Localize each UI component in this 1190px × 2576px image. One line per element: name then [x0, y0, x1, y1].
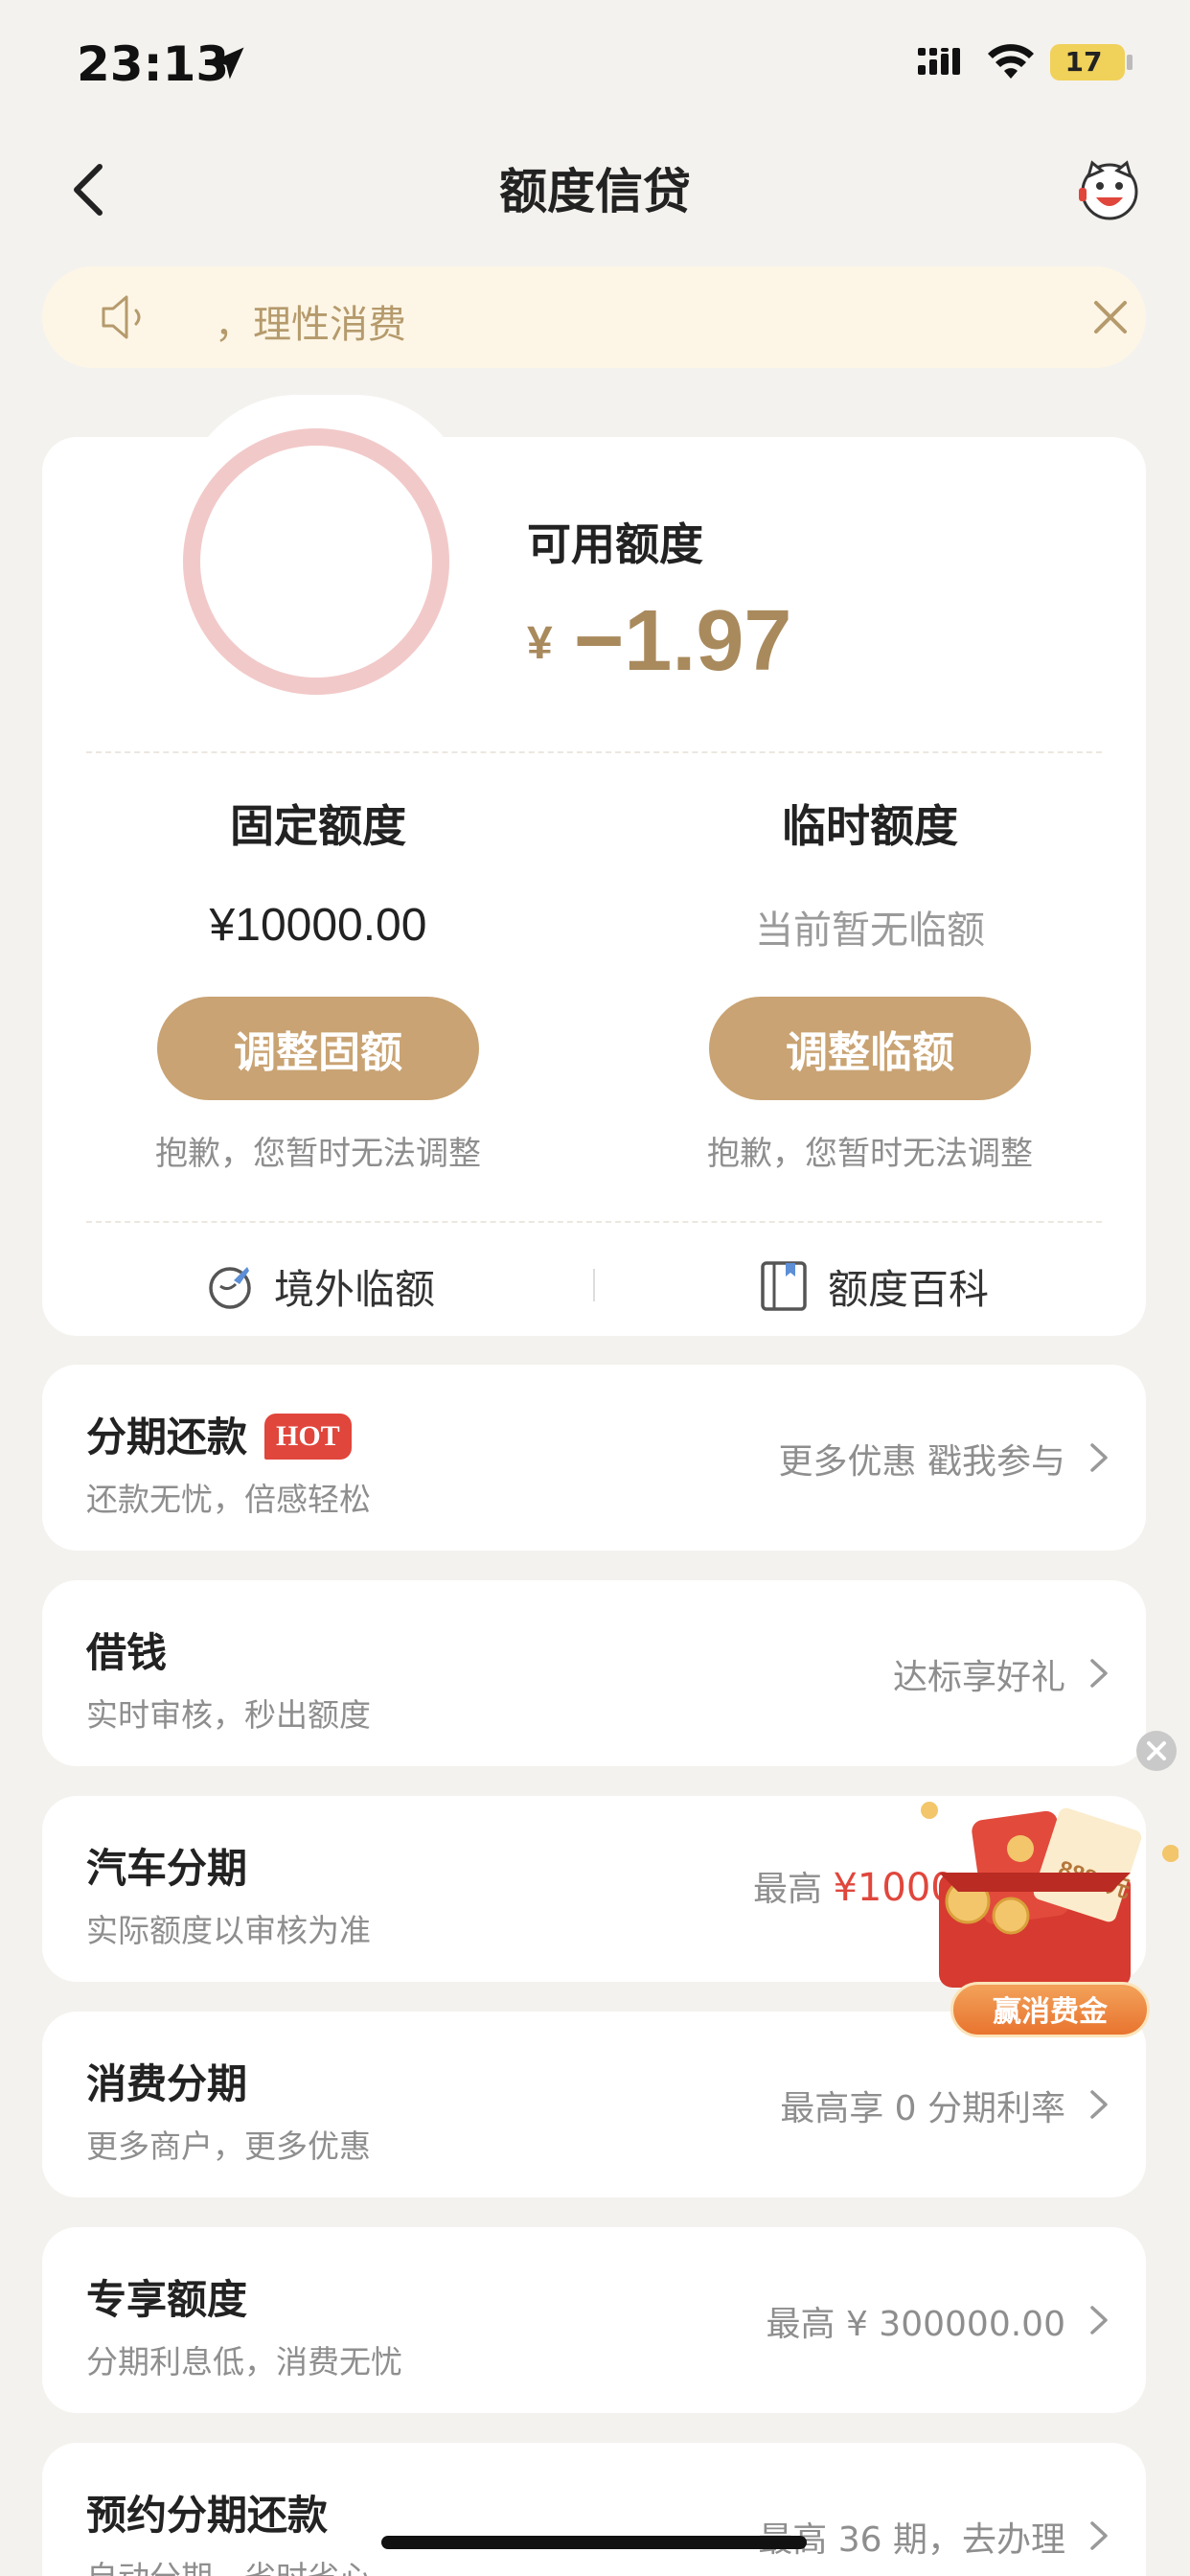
promo-close-icon[interactable] [1134, 1729, 1179, 1773]
adjust-fixed-button[interactable]: 调整固额 [157, 997, 479, 1100]
row-title: 汽车分期 [86, 1845, 248, 1892]
credit-ring-chart [183, 428, 449, 695]
cellular-signal-icon [918, 48, 960, 75]
available-amount: −1.97 [573, 593, 792, 689]
row-title: 分期还款 HOT [86, 1405, 352, 1463]
overseas-temp-credit-link[interactable]: 境外临额 [203, 1248, 435, 1324]
credit-card: 可用额度 ¥ −1.97 固定额度 ¥10000.00 调整固额 抱歉，您暂时无法… [42, 428, 1146, 1336]
dashed-divider [86, 751, 1102, 753]
chevron-right-icon [1090, 2090, 1108, 2119]
fixed-credit-section: 固定额度 ¥10000.00 调整固额 抱歉，您暂时无法调整 [117, 792, 519, 1174]
nav-bar: 额度信贷 [0, 134, 1190, 240]
book-icon [761, 1261, 807, 1311]
row-subtitle: 实时审核，秒出额度 [86, 1696, 371, 1734]
row-subtitle: 自动分期，省时省心 [86, 2552, 371, 2576]
home-indicator[interactable] [381, 2536, 807, 2549]
floating-promo[interactable]: 8888元 赢消费金 [910, 1729, 1190, 2045]
page-title: 额度信贷 [499, 164, 691, 219]
quick-links: 境外临额 额度百科 [42, 1248, 1146, 1324]
temporary-credit-note: 抱歉，您暂时无法调整 [707, 1135, 1033, 1173]
notice-banner: ，理性消费 [42, 266, 1146, 368]
row-right-text: 最高 ¥ 300000.00 [766, 2305, 1065, 2344]
dashed-divider [86, 1221, 1102, 1223]
battery-indicator: 17 [1050, 44, 1125, 80]
credit-encyclopedia-label: 额度百科 [828, 1265, 990, 1313]
battery-level: 17 [1064, 46, 1103, 78]
list-item-scheduled-installment[interactable]: 预约分期还款 自动分期，省时省心 最高 36 期，去办理 [42, 2443, 1146, 2576]
row-title: 消费分期 [86, 2060, 248, 2107]
status-bar: 23:13 17 [0, 0, 1190, 125]
fixed-credit-note: 抱歉，您暂时无法调整 [155, 1135, 481, 1173]
row-right-text: 更多优惠 戳我参与 [778, 1442, 1065, 1482]
mascot-service-icon[interactable] [1075, 155, 1144, 224]
chevron-right-icon [1090, 2306, 1108, 2334]
promo-button[interactable]: 赢消费金 [950, 1982, 1150, 2037]
available-credit-label: 可用额度 [527, 518, 703, 570]
row-subtitle: 实际额度以审核为准 [86, 1912, 371, 1949]
overseas-temp-credit-label: 境外临额 [274, 1265, 436, 1313]
temporary-credit-section: 临时额度 当前暂无临额 调整临额 抱歉，您暂时无法调整 [669, 792, 1071, 1174]
row-right-text: 达标享好礼 [892, 1658, 1065, 1697]
list-item-exclusive-credit[interactable]: 专享额度 分期利息低，消费无忧 最高 ¥ 300000.00 [42, 2227, 1146, 2413]
hot-badge: HOT [264, 1414, 352, 1460]
temporary-credit-value: 当前暂无临额 [755, 908, 985, 953]
row-right-text: 最高享 0 分期利率 [780, 2089, 1065, 2128]
globe-plane-icon [209, 1267, 251, 1309]
list-item-installment-repayment[interactable]: 分期还款 HOT 还款无忧，倍感轻松 更多优惠 戳我参与 [42, 1365, 1146, 1551]
fixed-credit-value: ¥10000.00 [209, 900, 427, 951]
row-title: 专享额度 [86, 2276, 248, 2323]
row-subtitle: 还款无忧，倍感轻松 [86, 1481, 371, 1518]
temporary-credit-title: 临时额度 [782, 800, 958, 852]
available-credit-value: ¥ −1.97 [527, 592, 791, 691]
screen: 23:13 17 额度信贷 ，理性消费 可用额度 ¥ −1.97 固定额度 ¥1… [0, 0, 1190, 2576]
row-right-prefix: 最高 [753, 1870, 823, 1909]
location-arrow-icon [212, 47, 244, 80]
credit-encyclopedia-link[interactable]: 额度百科 [757, 1248, 989, 1324]
battery-cap [1127, 55, 1133, 70]
row-subtitle: 更多商户，更多优惠 [86, 2128, 371, 2165]
currency-symbol: ¥ [527, 618, 553, 669]
row-title: 借钱 [86, 1629, 168, 1676]
adjust-temporary-button[interactable]: 调整临额 [709, 997, 1031, 1100]
chevron-right-icon [1090, 1659, 1108, 1688]
row-title: 预约分期还款 [86, 2492, 329, 2539]
link-separator [593, 1269, 595, 1301]
wifi-icon [988, 44, 1034, 79]
row-subtitle: 分期利息低，消费无忧 [86, 2343, 402, 2380]
fixed-credit-title: 固定额度 [230, 800, 406, 852]
speaker-icon [102, 295, 141, 339]
red-envelope-gift-icon: 8888元 [921, 1802, 1179, 1988]
chevron-right-icon [1090, 1443, 1108, 1472]
close-icon[interactable] [1088, 295, 1133, 339]
row-title-text: 分期还款 [86, 1414, 248, 1460]
notice-text: ，理性消费 [215, 303, 406, 347]
chevron-right-icon [1090, 2521, 1108, 2550]
